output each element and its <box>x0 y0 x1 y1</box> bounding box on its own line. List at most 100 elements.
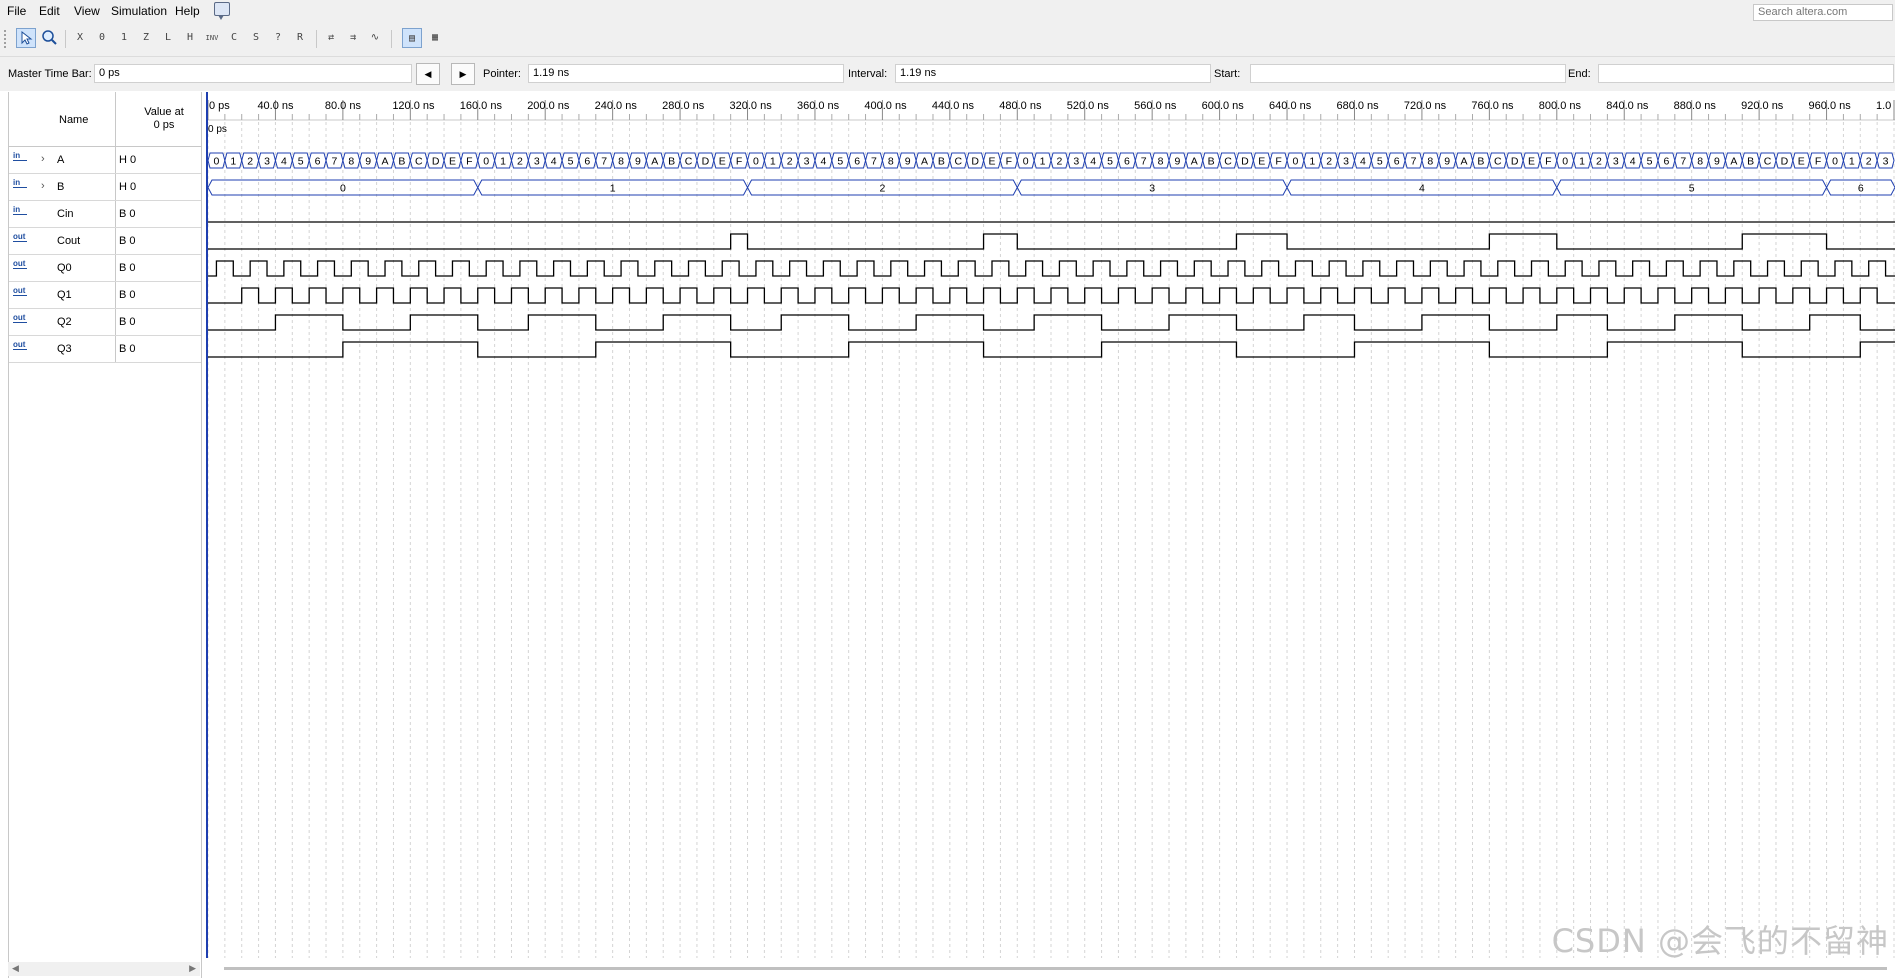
pointer-field[interactable]: 1.19 ns <box>528 64 844 83</box>
bus-value-label: 5 <box>837 156 843 168</box>
menu-edit[interactable]: Edit <box>39 4 60 18</box>
toolbar-grip[interactable] <box>4 30 8 48</box>
signal-name[interactable]: Cout <box>57 235 80 247</box>
force-weak-high-icon[interactable]: H <box>180 28 200 48</box>
bus-value-label: 1 <box>610 183 616 195</box>
signal-name[interactable]: A <box>57 154 64 166</box>
bus-value-label: 0 <box>483 156 489 168</box>
scroll-right-icon[interactable]: ▶ <box>189 963 196 974</box>
signal-value: B 0 <box>119 262 136 274</box>
expand-chevron-icon[interactable]: › <box>41 153 45 165</box>
bus-value-label: F <box>1815 156 1821 168</box>
signal-name[interactable]: Q0 <box>57 262 72 274</box>
bus-value-label: A <box>1461 156 1468 168</box>
snap-to-grid-icon[interactable]: ⇄ <box>321 28 341 48</box>
signal-name[interactable]: Q3 <box>57 343 72 355</box>
bus-value-label: 6 <box>1394 156 1400 168</box>
bus-value-label: C <box>1224 156 1232 168</box>
signal-row[interactable]: out Q1 B 0 <box>9 282 201 309</box>
signal-row[interactable]: out Cout B 0 <box>9 228 201 255</box>
ruler-label: 600.0 ns <box>1202 100 1245 112</box>
ruler-label: 760.0 ns <box>1471 100 1514 112</box>
menu-simulation[interactable]: Simulation <box>111 4 167 18</box>
toolbar-separator <box>316 30 317 48</box>
master-time-bar-label: Master Time Bar: <box>8 68 92 80</box>
previous-transition-button[interactable]: ◀ <box>416 63 440 85</box>
bus-value-label: 9 <box>1175 156 1181 168</box>
invert-icon[interactable]: INV <box>202 28 222 48</box>
ruler-label: 840.0 ns <box>1606 100 1649 112</box>
watermark: CSDN @会飞的不留神 <box>1551 922 1889 960</box>
signal-value: B 0 <box>119 235 136 247</box>
bus-value-label: 3 <box>1149 183 1155 195</box>
bus-value-label: D <box>702 156 710 168</box>
interval-field[interactable]: 1.19 ns <box>895 64 1211 83</box>
signal-name[interactable]: Q1 <box>57 289 72 301</box>
master-time-bar-line[interactable] <box>206 92 208 958</box>
selection-tool-icon[interactable] <box>16 28 36 48</box>
end-label: End: <box>1568 68 1591 80</box>
bus-value-label: 4 <box>1360 156 1366 168</box>
names-hscrollbar[interactable]: ◀ ▶ <box>8 962 200 976</box>
force-unknown-icon[interactable]: X <box>70 28 90 48</box>
menu-help[interactable]: Help <box>175 4 200 18</box>
waveform-canvas[interactable]: 0 ps 40.0 ns 80.0 ns 120.0 ns 160.0 ns 200.0 … <box>206 92 1895 958</box>
signal-row[interactable]: in › A H 0 <box>9 147 201 174</box>
random-icon[interactable]: ? <box>268 28 288 48</box>
signal-value: B 0 <box>119 316 136 328</box>
start-field[interactable] <box>1250 64 1566 83</box>
bus-value-label: 8 <box>1697 156 1703 168</box>
force-weak-low-icon[interactable]: L <box>158 28 178 48</box>
bus-value-label: 3 <box>264 156 270 168</box>
bus-value-label: 0 <box>340 183 346 195</box>
arbitrary-value-icon[interactable]: R <box>290 28 310 48</box>
end-field[interactable] <box>1598 64 1894 83</box>
signal-value: H 0 <box>119 181 137 193</box>
zoom-tool-icon[interactable] <box>39 28 59 48</box>
snap-tool-icon[interactable]: ⇉ <box>343 28 363 48</box>
bus-value-label: 1 <box>1040 156 1046 168</box>
bus-value-label: B <box>1747 156 1754 168</box>
group-view-icon[interactable]: ▤ <box>402 28 422 48</box>
bus-value-label: 4 <box>1630 156 1636 168</box>
bus-value-label: F <box>1545 156 1551 168</box>
signal-name[interactable]: B <box>57 181 64 193</box>
signal-name[interactable]: Cin <box>57 208 74 220</box>
output-pin-icon: out <box>13 340 27 350</box>
bus-value-label: 2 <box>1326 156 1332 168</box>
signal-row[interactable]: out Q0 B 0 <box>9 255 201 282</box>
search-input[interactable]: Search altera.com <box>1753 4 1893 21</box>
start-label: Start: <box>1214 68 1241 80</box>
signal-name[interactable]: Q2 <box>57 316 72 328</box>
force-low-icon[interactable]: 0 <box>92 28 112 48</box>
bus-value-label: 6 <box>1663 156 1669 168</box>
signal-row[interactable]: in Cin B 0 <box>9 201 201 228</box>
bus-value-label: 2 <box>1596 156 1602 168</box>
force-high-impedance-icon[interactable]: Z <box>136 28 156 48</box>
scroll-left-icon[interactable]: ◀ <box>12 963 19 974</box>
grid-view-icon[interactable]: ▦ <box>425 28 445 48</box>
feedback-icon[interactable] <box>214 2 230 20</box>
clock-icon[interactable]: S <box>246 28 266 48</box>
signal-row[interactable]: out Q2 B 0 <box>9 309 201 336</box>
output-pin-icon: out <box>13 313 27 323</box>
bus-value-label: C <box>1494 156 1502 168</box>
force-high-icon[interactable]: 1 <box>114 28 134 48</box>
signal-row[interactable]: in › B H 0 <box>9 174 201 201</box>
menu-file[interactable]: File <box>7 4 26 18</box>
bus-value-label: 1 <box>770 156 776 168</box>
waveform-tool-icon[interactable]: ∿ <box>365 28 385 48</box>
ruler-label: 80.0 ns <box>325 100 362 112</box>
signal-row[interactable]: out Q3 B 0 <box>9 336 201 363</box>
master-time-bar-field[interactable]: 0 ps <box>94 64 412 83</box>
count-value-icon[interactable]: C <box>224 28 244 48</box>
next-transition-button[interactable]: ▶ <box>451 63 475 85</box>
scroll-track-left[interactable] <box>224 967 1054 970</box>
output-pin-icon: out <box>13 286 27 296</box>
waveform-panel[interactable]: 0 ps 40.0 ns 80.0 ns 120.0 ns 160.0 ns 200.0 … <box>206 92 1895 958</box>
expand-chevron-icon[interactable]: › <box>41 180 45 192</box>
bus-value-label: 1 <box>1849 156 1855 168</box>
menu-view[interactable]: View <box>74 4 100 18</box>
scroll-track-right[interactable] <box>1052 967 1887 970</box>
signal-value: H 0 <box>119 154 137 166</box>
